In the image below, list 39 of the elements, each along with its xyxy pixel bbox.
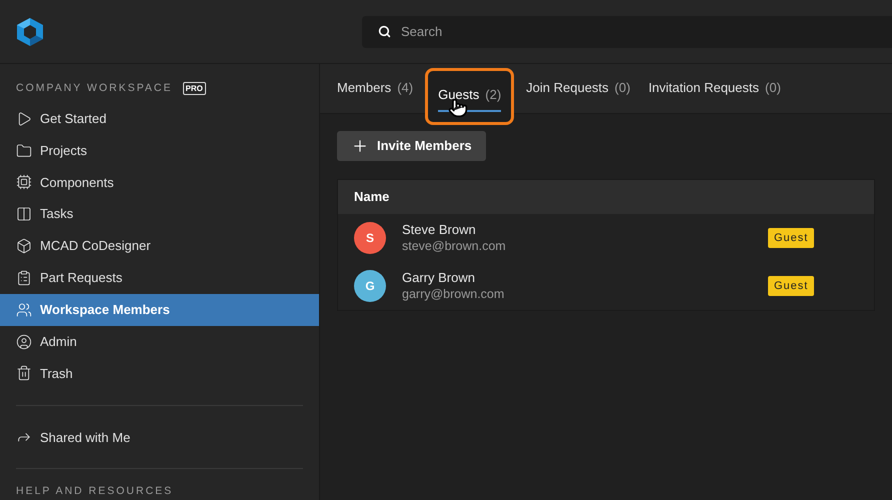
people-icon [16,302,32,318]
sidebar-item[interactable]: Workspace Members [0,294,319,326]
search-icon [378,25,391,38]
section-title: COMPANY WORKSPACE [16,81,173,96]
logo-icon[interactable] [16,16,44,46]
sidebar-item[interactable]: Tasks [0,198,319,230]
role-badge: Guest [768,276,814,296]
section-title: HELP AND RESOURCES [15,484,174,500]
avatar: G [354,270,386,302]
tab[interactable]: Guests (2) [425,68,514,125]
sidebar-item[interactable]: Admin [0,326,319,358]
hand-cursor-icon [448,98,468,118]
user-icon [16,334,32,350]
columns-icon [16,206,32,222]
clipboard-icon [16,270,32,286]
tab[interactable]: Join Requests (0) [520,70,636,108]
avatar: S [354,222,386,254]
tab[interactable]: Invitation Requests (0) [642,70,787,108]
member-email: steve@brown.com [402,238,507,254]
play-icon [16,110,32,127]
role-badge: Guest [768,228,814,248]
pro-badge: PRO [182,82,206,96]
member-name: Garry Brown [402,270,476,286]
chip-icon [16,174,32,190]
invite-members-button[interactable]: Invite Members [337,131,486,161]
trash-icon [16,365,32,382]
sidebar-item[interactable]: Components [0,166,319,198]
sidebar-item[interactable]: Projects [0,134,319,166]
sidebar-item[interactable]: Trash [0,358,319,390]
cube-icon [16,238,32,254]
sidebar-item[interactable]: Shared with Me [0,421,319,454]
tab[interactable]: Members (4) [331,70,420,108]
sidebar-item[interactable]: Part Requests [0,262,319,294]
sidebar-item[interactable]: Get Started [0,102,319,135]
member-email: garry@brown.com [402,286,506,302]
member-name: Steve Brown [402,222,477,238]
sidebar-item[interactable]: MCAD CoDesigner [0,230,319,262]
column-header: Name [354,188,390,206]
folder-icon [16,142,32,159]
